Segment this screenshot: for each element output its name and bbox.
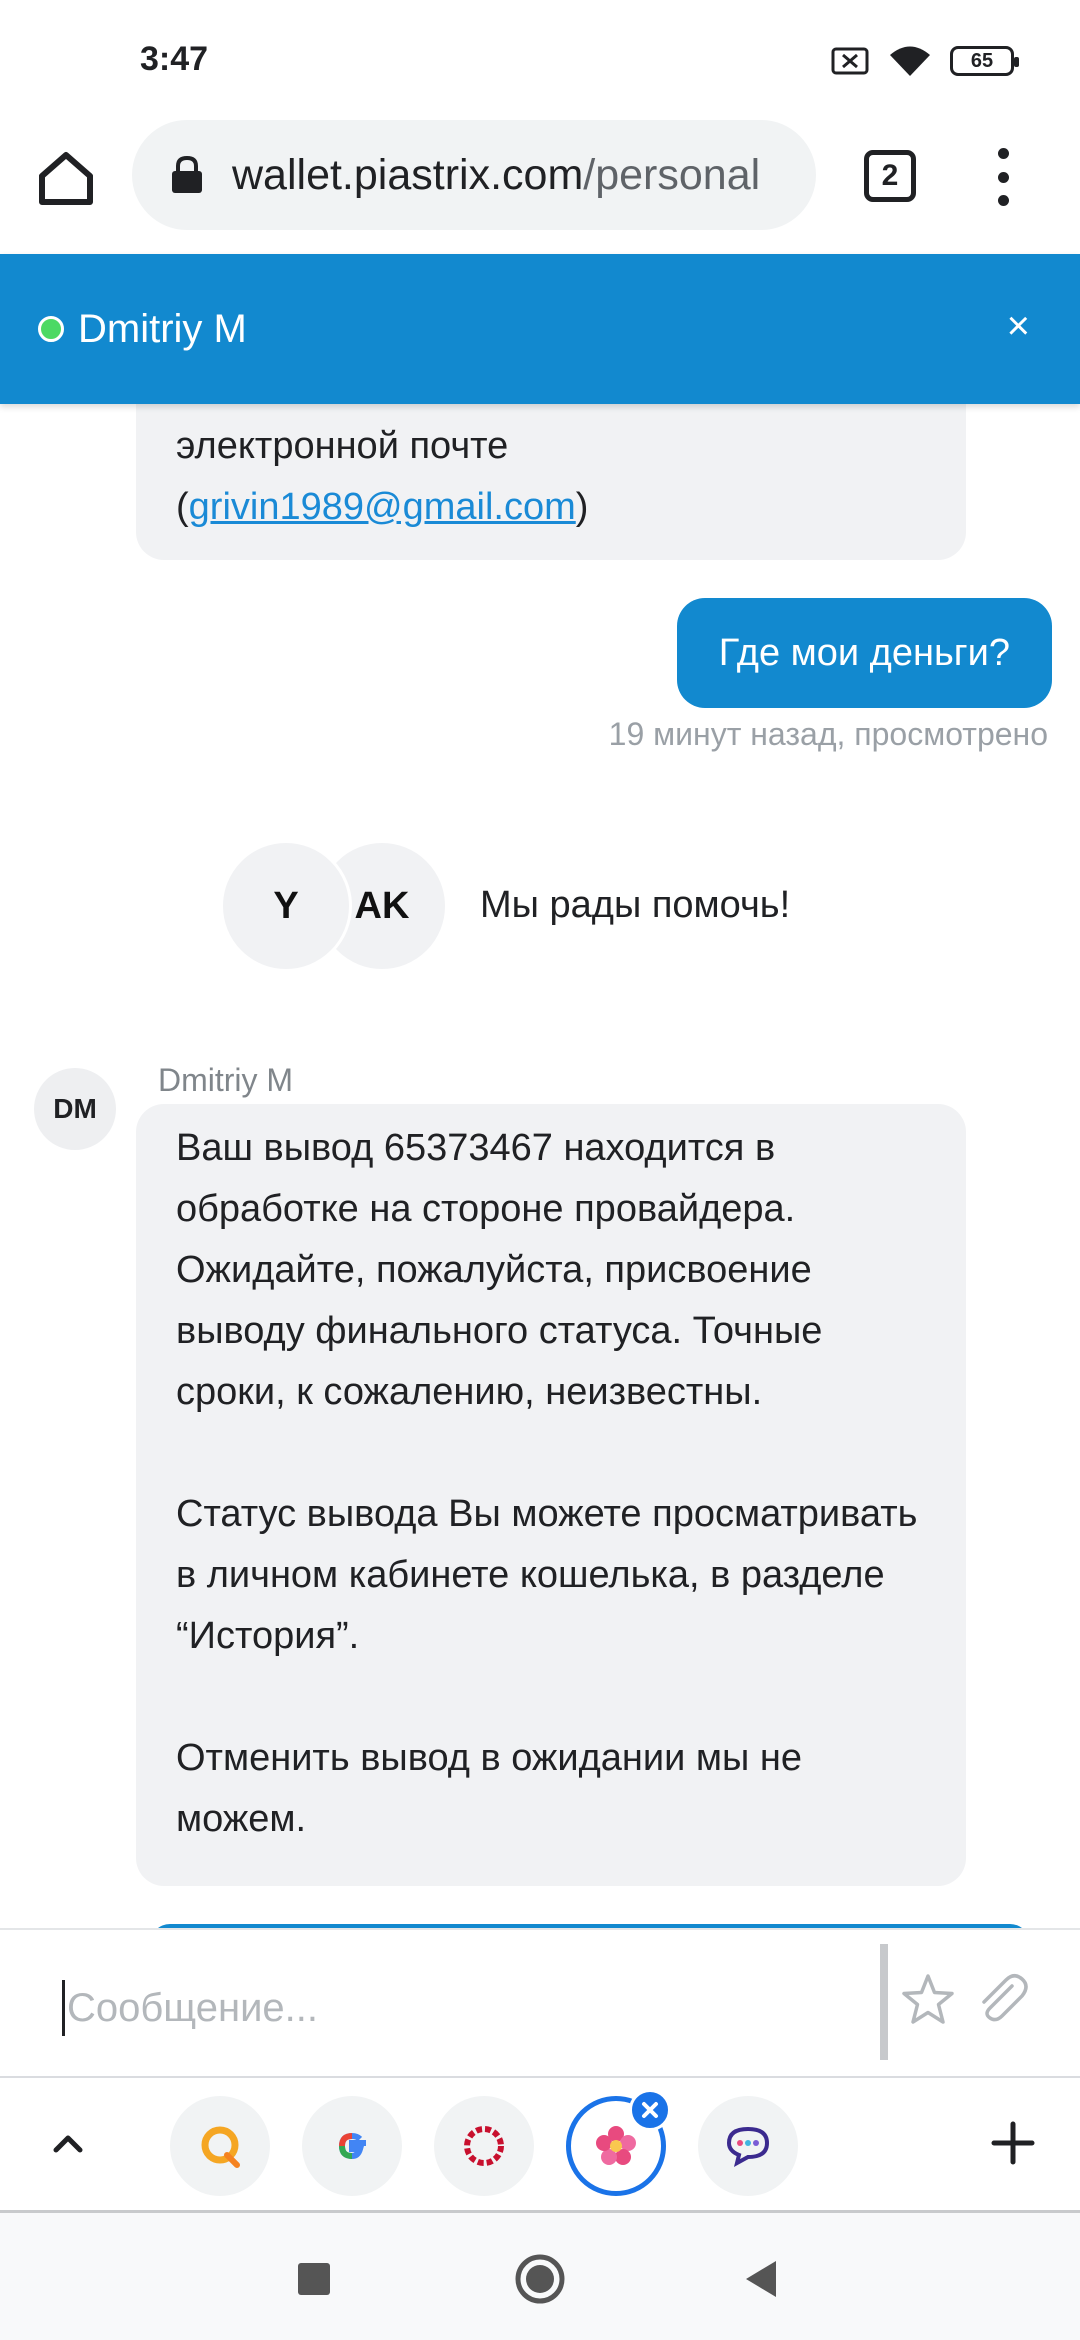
chat-header: Dmitriy M ×: [0, 254, 1080, 404]
flower-app-icon[interactable]: [566, 2089, 671, 2196]
url-host: wallet.piastrix.com: [232, 150, 584, 199]
home-circle-icon[interactable]: [514, 2253, 566, 2305]
close-app-icon[interactable]: [629, 2089, 671, 2131]
home-button[interactable]: [30, 142, 102, 214]
address-bar[interactable]: wallet.piastrix.com/personal: [132, 120, 816, 230]
battery-level: 65: [970, 49, 994, 72]
operator-avatars: AK Y: [220, 840, 450, 972]
agent-avatar: DM: [34, 1068, 116, 1150]
google-app-icon[interactable]: [302, 2096, 402, 2196]
chat-app-icon[interactable]: [698, 2096, 798, 2196]
avatar-y: Y: [220, 840, 352, 972]
chevron-up-icon[interactable]: [40, 2116, 96, 2172]
more-vert-icon[interactable]: [988, 142, 1018, 212]
back-icon[interactable]: [740, 2257, 780, 2301]
sim-off-icon: [831, 47, 869, 75]
browser-toolbar: wallet.piastrix.com/personal 2: [0, 120, 1080, 254]
message-text: электронной почте: [176, 425, 509, 467]
message-paragraph-1: Ваш вывод 65373467 находится в обработке…: [176, 1127, 823, 1413]
online-status-icon: [38, 316, 64, 342]
outgoing-message: Где мои деньги?: [676, 598, 1052, 708]
tab-count: 2: [881, 159, 899, 192]
home-icon: [39, 152, 93, 205]
message-status: 19 минут назад, просмотрено: [608, 716, 1048, 752]
opera-app-icon[interactable]: [434, 2096, 534, 2196]
url-text: wallet.piastrix.com/personal: [232, 151, 760, 200]
chat-messages[interactable]: электронной почте (grivin1989@gmail.com)…: [0, 404, 1080, 1928]
email-line: (grivin1989@gmail.com): [176, 477, 926, 538]
status-icons: 65: [830, 44, 1019, 78]
greeting-text: Мы рады помочь!: [480, 884, 791, 926]
message-composer: [0, 1928, 1080, 2076]
tabs-icon[interactable]: 2: [864, 150, 916, 202]
system-nav-bar: [0, 2210, 1080, 2340]
incoming-message: Ваш вывод 65373467 находится в обработке…: [136, 1104, 966, 1886]
sender-name: Dmitriy M: [158, 1062, 294, 1098]
paren-close: ): [575, 486, 589, 528]
close-chat-button[interactable]: ×: [1007, 306, 1030, 346]
bottom-app-bar: [0, 2076, 1080, 2210]
wifi-icon: [890, 46, 930, 76]
lock-icon: [172, 155, 202, 193]
incoming-message-fragment: электронной почте (grivin1989@gmail.com): [136, 404, 966, 560]
paperclip-icon[interactable]: [972, 1970, 1030, 2028]
paren-open: (: [176, 486, 189, 528]
status-bar: 3:47 65: [0, 0, 1080, 120]
email-link[interactable]: grivin1989@gmail.com: [189, 486, 576, 528]
message-input[interactable]: [62, 1980, 862, 2036]
composer-divider: [880, 1944, 888, 2060]
status-time: 3:47: [140, 40, 209, 78]
chat-agent-name: Dmitriy M: [78, 306, 247, 351]
battery-icon: 65: [950, 46, 1019, 76]
recents-icon[interactable]: [298, 2263, 330, 2295]
message-paragraph-2: Статус вывода Вы можете просматривать в …: [176, 1493, 918, 1657]
star-icon[interactable]: [900, 1972, 956, 2028]
qiwi-app-icon[interactable]: [170, 2096, 270, 2196]
url-path: /personal: [583, 150, 761, 199]
message-paragraph-3: Отменить вывод в ожидании мы не можем.: [176, 1737, 802, 1840]
plus-icon[interactable]: [982, 2112, 1044, 2174]
